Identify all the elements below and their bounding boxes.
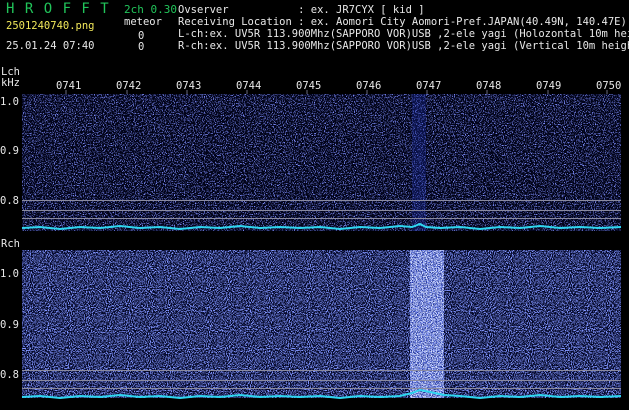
- lch-ytick: 1.0: [0, 96, 19, 108]
- time-tick: 0744: [236, 80, 262, 92]
- time-tick: 0747: [416, 80, 442, 92]
- time-tick: 0745: [296, 80, 322, 92]
- time-tick: 0746: [356, 80, 382, 92]
- time-tick: 0748: [476, 80, 502, 92]
- rch-waterfall: [22, 250, 621, 398]
- lch-ytick: 0.8: [0, 195, 19, 207]
- time-axis-ticks: [65, 90, 608, 94]
- waterfall-display: [21, 90, 622, 400]
- rch-ytick: 0.8: [0, 369, 19, 381]
- lch-ytick: 0.9: [0, 145, 19, 157]
- frequency-unit-label: kHz: [1, 77, 20, 89]
- time-tick: 0742: [116, 80, 142, 92]
- time-tick: 0750: [596, 80, 622, 92]
- rch-label: Rch: [1, 238, 20, 250]
- time-tick: 0743: [176, 80, 202, 92]
- rch-ytick: 0.9: [0, 319, 19, 331]
- time-tick: 0741: [56, 80, 82, 92]
- rch-ytick: 1.0: [0, 268, 19, 280]
- time-tick: 0749: [536, 80, 562, 92]
